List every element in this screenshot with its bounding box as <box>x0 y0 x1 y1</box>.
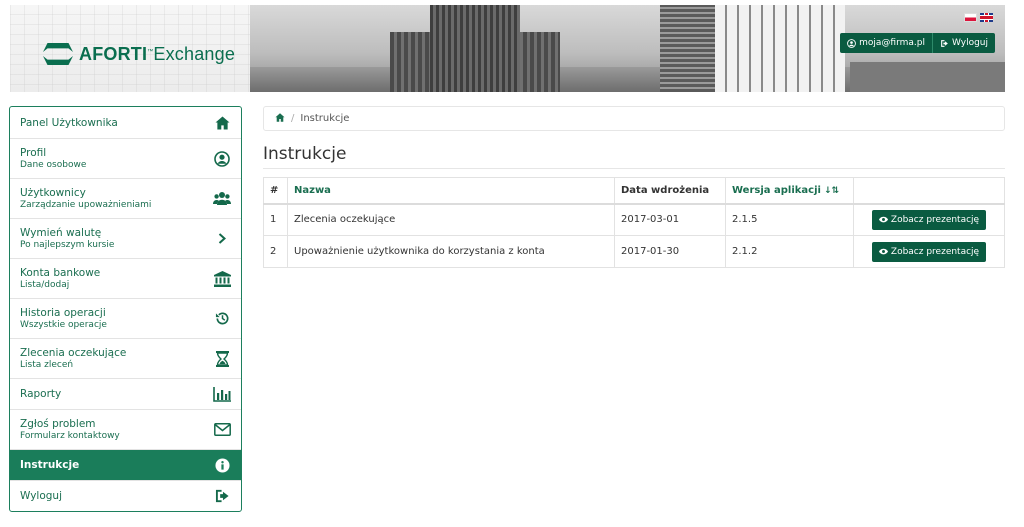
header-building <box>715 5 845 92</box>
sidebar-item-bank-accounts[interactable]: Konta bankowe Lista/dodaj <box>10 258 241 298</box>
instructions-table: # Nazwa Data wdrożenia Wersja aplikacji ↓… <box>263 177 1005 268</box>
sidebar-item-title: Panel Użytkownika <box>20 116 118 129</box>
header-banner: AFORTI™Exchange moja@firma.pl Wyloguj <box>10 5 1005 92</box>
header-logout-label: Wyloguj <box>952 38 988 48</box>
cell-number: 1 <box>263 203 288 236</box>
header-building <box>430 5 520 92</box>
sidebar-item-report-problem[interactable]: Zgłoś problem Formularz kontaktowy <box>10 409 241 449</box>
sidebar-item-history[interactable]: Historia operacji Wszystkie operacje <box>10 298 241 338</box>
column-header-version-label: Wersja aplikacji <box>732 184 821 196</box>
column-header-actions <box>853 177 1005 205</box>
sidebar-item-title: Wymień walutę <box>20 227 102 239</box>
header-building <box>660 5 715 92</box>
cell-date: 2017-01-30 <box>614 235 726 268</box>
sidebar-item-subtitle: Formularz kontaktowy <box>20 431 120 441</box>
hourglass-icon <box>213 350 231 368</box>
column-header-date[interactable]: Data wdrożenia <box>614 177 726 205</box>
title-divider <box>263 168 1005 169</box>
header-building <box>850 62 1005 92</box>
sidebar-item-subtitle: Wszystkie operacje <box>20 320 107 330</box>
sidebar-item-subtitle: Lista/dodaj <box>20 280 70 290</box>
breadcrumb-separator: / <box>291 113 295 124</box>
history-icon <box>213 310 231 328</box>
sidebar-item-exchange[interactable]: Wymień walutę Po najlepszym kursie <box>10 218 241 258</box>
language-switcher <box>964 13 993 22</box>
sidebar-item-title: Wyloguj <box>20 490 62 502</box>
table-row: 1 Zlecenia oczekujące 2017-03-01 2.1.5 Z… <box>263 203 1005 236</box>
view-presentation-button[interactable]: Zobacz prezentację <box>871 209 987 230</box>
home-icon[interactable] <box>275 112 285 125</box>
user-circle-icon <box>213 150 231 168</box>
eye-icon <box>878 248 888 255</box>
envelope-icon <box>213 421 231 439</box>
sidebar-item-title: Konta bankowe <box>20 267 101 279</box>
cell-name: Upoważnienie użytkownika do korzystania … <box>287 235 615 268</box>
table-row: 2 Upoważnienie użytkownika do korzystani… <box>263 235 1005 268</box>
cell-number: 2 <box>263 235 288 268</box>
breadcrumb: / Instrukcje <box>263 106 1005 131</box>
sidebar-item-subtitle: Dane osobowe <box>20 160 87 170</box>
sidebar-item-users[interactable]: Użytkownicy Zarządzanie upoważnieniami <box>10 178 241 218</box>
breadcrumb-current: Instrukcje <box>300 113 350 124</box>
view-presentation-label: Zobacz prezentację <box>890 246 980 257</box>
cell-version: 2.1.5 <box>725 203 854 236</box>
cell-date: 2017-03-01 <box>614 203 726 236</box>
cell-name: Zlecenia oczekujące <box>287 203 615 236</box>
user-actions: moja@firma.pl Wyloguj <box>840 33 995 53</box>
user-circle-icon <box>847 38 857 48</box>
sidebar-item-title: Historia operacji <box>20 307 106 319</box>
flag-pl-icon[interactable] <box>964 13 977 22</box>
eye-icon <box>878 216 888 223</box>
sidebar-item-subtitle: Zarządzanie upoważnieniami <box>20 200 152 210</box>
logo-mark-icon <box>43 42 73 66</box>
cell-version: 2.1.2 <box>725 235 854 268</box>
sidebar: Panel Użytkownika Profil Dane osobowe Uż… <box>9 106 242 512</box>
sign-out-icon <box>213 487 231 505</box>
user-email: moja@firma.pl <box>859 38 925 48</box>
users-icon <box>213 190 231 208</box>
bank-icon <box>213 270 231 288</box>
sidebar-item-reports[interactable]: Raporty <box>10 378 241 409</box>
user-account-button[interactable]: moja@firma.pl <box>840 33 932 53</box>
cell-actions: Zobacz prezentację <box>853 235 1005 268</box>
sidebar-item-profile[interactable]: Profil Dane osobowe <box>10 138 241 178</box>
sidebar-item-subtitle: Lista zleceń <box>20 360 74 370</box>
column-header-name[interactable]: Nazwa <box>287 177 615 205</box>
sidebar-item-title: Użytkownicy <box>20 187 86 199</box>
logo[interactable]: AFORTI™Exchange <box>43 42 235 66</box>
flag-en-icon[interactable] <box>980 13 993 22</box>
column-header-version[interactable]: Wersja aplikacji ↓⇅ <box>725 177 854 205</box>
logo-text: AFORTI™Exchange <box>79 43 236 64</box>
view-presentation-label: Zobacz prezentację <box>890 214 980 225</box>
sidebar-item-title: Profil <box>20 147 47 159</box>
sidebar-item-subtitle: Po najlepszym kursie <box>20 240 115 250</box>
cell-actions: Zobacz prezentację <box>853 203 1005 236</box>
bar-chart-icon <box>213 385 231 403</box>
info-icon <box>213 456 231 474</box>
sidebar-item-panel[interactable]: Panel Użytkownika <box>10 107 241 138</box>
sidebar-item-title: Zlecenia oczekujące <box>20 347 127 359</box>
header-logout-button[interactable]: Wyloguj <box>932 33 995 53</box>
table-header-row: # Nazwa Data wdrożenia Wersja aplikacji ↓… <box>263 177 1005 205</box>
sidebar-item-title: Zgłoś problem <box>20 418 96 430</box>
sidebar-item-instructions[interactable]: Instrukcje <box>10 449 241 480</box>
column-header-number: # <box>263 177 288 205</box>
sidebar-item-logout[interactable]: Wyloguj <box>10 480 241 511</box>
view-presentation-button[interactable]: Zobacz prezentację <box>871 241 987 262</box>
sign-out-icon <box>941 39 948 47</box>
page-title: Instrukcje <box>263 144 347 164</box>
sidebar-item-title: Instrukcje <box>20 459 80 471</box>
chevron-right-icon <box>213 230 231 248</box>
home-icon <box>213 114 231 132</box>
sidebar-item-title: Raporty <box>20 388 62 400</box>
sort-desc-icon[interactable]: ↓⇅ <box>824 186 839 196</box>
sidebar-item-pending-orders[interactable]: Zlecenia oczekujące Lista zleceń <box>10 338 241 378</box>
